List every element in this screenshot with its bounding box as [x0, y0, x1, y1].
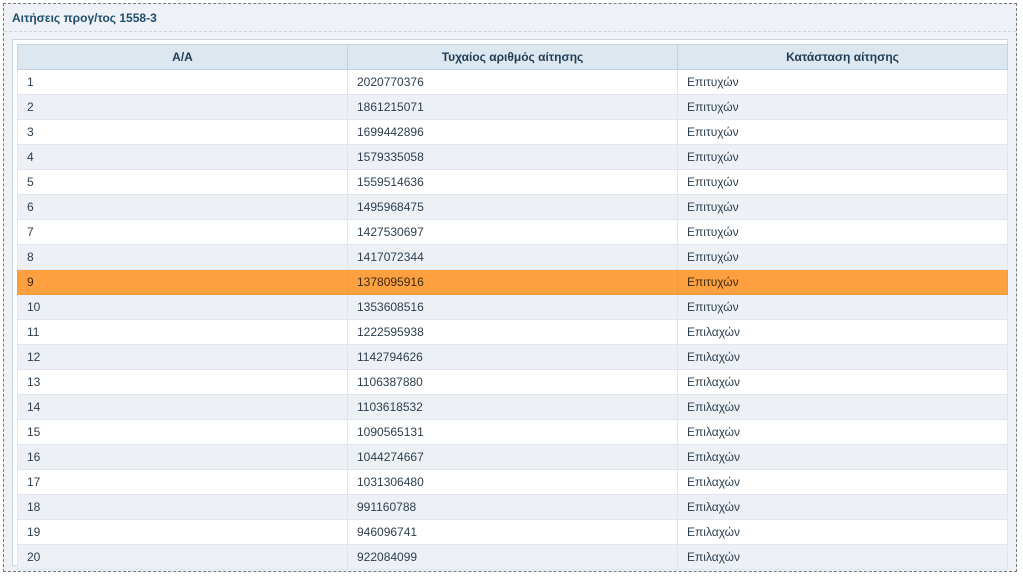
table-header-row: Α/Α Τυχαίος αριθμός αίτησης Κατάσταση αί… [17, 44, 1008, 70]
cell-application-status: Επιλαχών [677, 519, 1008, 545]
table-row[interactable]: 19 946096741 Επιλαχών [17, 519, 1008, 545]
cell-application-status: Επιτυχών [677, 119, 1008, 145]
cell-application-number: 1559514636 [347, 169, 678, 195]
cell-application-number: 1417072344 [347, 244, 678, 270]
table-row[interactable]: 14 1103618532 Επιλαχών [17, 394, 1008, 420]
applications-panel: Αιτήσεις προγ/τος 1558-3 Α/Α Τυχαίος αρι… [3, 3, 1017, 572]
table-row[interactable]: 6 1495968475 Επιτυχών [17, 194, 1008, 220]
cell-application-status: Επιλαχών [677, 369, 1008, 395]
cell-aa: 2 [17, 94, 348, 120]
column-header-aa[interactable]: Α/Α [17, 44, 348, 70]
cell-aa: 5 [17, 169, 348, 195]
cell-application-status: Επιλαχών [677, 319, 1008, 345]
cell-application-status: Επιτυχών [677, 94, 1008, 120]
table-row[interactable]: 11 1222595938 Επιλαχών [17, 319, 1008, 345]
applications-grid: Α/Α Τυχαίος αριθμός αίτησης Κατάσταση αί… [12, 39, 1008, 570]
table-row[interactable]: 3 1699442896 Επιτυχών [17, 119, 1008, 145]
cell-application-number: 1699442896 [347, 119, 678, 145]
table-row[interactable]: 9 1378095916 Επιτυχών [17, 269, 1008, 295]
cell-application-number: 1579335058 [347, 144, 678, 170]
cell-application-status: Επιλαχών [677, 394, 1008, 420]
table-row[interactable]: 1 2020770376 Επιτυχών [17, 69, 1008, 95]
cell-application-number: 1427530697 [347, 219, 678, 245]
column-header-application-number[interactable]: Τυχαίος αριθμός αίτησης [347, 44, 678, 70]
table-row[interactable]: 17 1031306480 Επιλαχών [17, 469, 1008, 495]
cell-application-status: Επιτυχών [677, 219, 1008, 245]
cell-application-status: Επιτυχών [677, 294, 1008, 320]
cell-aa: 4 [17, 144, 348, 170]
table-row[interactable]: 15 1090565131 Επιλαχών [17, 419, 1008, 445]
cell-application-number: 1044274667 [347, 444, 678, 470]
cell-application-status: Επιτυχών [677, 169, 1008, 195]
cell-application-number: 2020770376 [347, 69, 678, 95]
table-row[interactable]: 7 1427530697 Επιτυχών [17, 219, 1008, 245]
cell-application-number: 1142794626 [347, 344, 678, 370]
cell-application-number: 922084099 [347, 544, 678, 570]
cell-aa: 10 [17, 294, 348, 320]
cell-application-status: Επιλαχών [677, 494, 1008, 520]
cell-aa: 18 [17, 494, 348, 520]
cell-application-status: Επιτυχών [677, 144, 1008, 170]
table-row[interactable]: 20 922084099 Επιλαχών [17, 544, 1008, 570]
cell-aa: 7 [17, 219, 348, 245]
table-row[interactable]: 4 1579335058 Επιτυχών [17, 144, 1008, 170]
table-row[interactable]: 13 1106387880 Επιλαχών [17, 369, 1008, 395]
cell-application-status: Επιλαχών [677, 544, 1008, 570]
cell-aa: 13 [17, 369, 348, 395]
table-row[interactable]: 2 1861215071 Επιτυχών [17, 94, 1008, 120]
cell-application-number: 1222595938 [347, 319, 678, 345]
cell-application-number: 1103618532 [347, 394, 678, 420]
cell-application-number: 1861215071 [347, 94, 678, 120]
table-row[interactable]: 8 1417072344 Επιτυχών [17, 244, 1008, 270]
cell-application-number: 1378095916 [347, 269, 678, 295]
cell-aa: 16 [17, 444, 348, 470]
cell-application-status: Επιλαχών [677, 344, 1008, 370]
cell-aa: 20 [17, 544, 348, 570]
cell-application-number: 1353608516 [347, 294, 678, 320]
cell-application-number: 1106387880 [347, 369, 678, 395]
cell-aa: 8 [17, 244, 348, 270]
column-header-application-status[interactable]: Κατάσταση αίτησης [677, 44, 1008, 70]
cell-aa: 6 [17, 194, 348, 220]
cell-application-status: Επιλαχών [677, 469, 1008, 495]
cell-aa: 12 [17, 344, 348, 370]
table-row[interactable]: 5 1559514636 Επιτυχών [17, 169, 1008, 195]
table-row[interactable]: 10 1353608516 Επιτυχών [17, 294, 1008, 320]
cell-aa: 19 [17, 519, 348, 545]
panel-title: Αιτήσεις προγ/τος 1558-3 [4, 4, 1016, 32]
cell-application-status: Επιτυχών [677, 194, 1008, 220]
cell-aa: 9 [17, 269, 348, 295]
cell-application-status: Επιλαχών [677, 419, 1008, 445]
cell-application-number: 991160788 [347, 494, 678, 520]
cell-application-status: Επιτυχών [677, 69, 1008, 95]
cell-aa: 14 [17, 394, 348, 420]
cell-application-number: 1031306480 [347, 469, 678, 495]
cell-application-status: Επιτυχών [677, 269, 1008, 295]
table-row[interactable]: 12 1142794626 Επιλαχών [17, 344, 1008, 370]
table-row[interactable]: 18 991160788 Επιλαχών [17, 494, 1008, 520]
cell-aa: 11 [17, 319, 348, 345]
cell-aa: 1 [17, 69, 348, 95]
cell-application-number: 1495968475 [347, 194, 678, 220]
cell-aa: 3 [17, 119, 348, 145]
table-body: 1 2020770376 Επιτυχών 2 1861215071 Επιτυχών 3 1… [17, 69, 1008, 570]
cell-aa: 15 [17, 419, 348, 445]
table-row[interactable]: 16 1044274667 Επιλαχών [17, 444, 1008, 470]
cell-application-status: Επιλαχών [677, 444, 1008, 470]
cell-aa: 17 [17, 469, 348, 495]
cell-application-number: 946096741 [347, 519, 678, 545]
cell-application-status: Επιτυχών [677, 244, 1008, 270]
cell-application-number: 1090565131 [347, 419, 678, 445]
applications-table: Α/Α Τυχαίος αριθμός αίτησης Κατάσταση αί… [17, 44, 1008, 570]
